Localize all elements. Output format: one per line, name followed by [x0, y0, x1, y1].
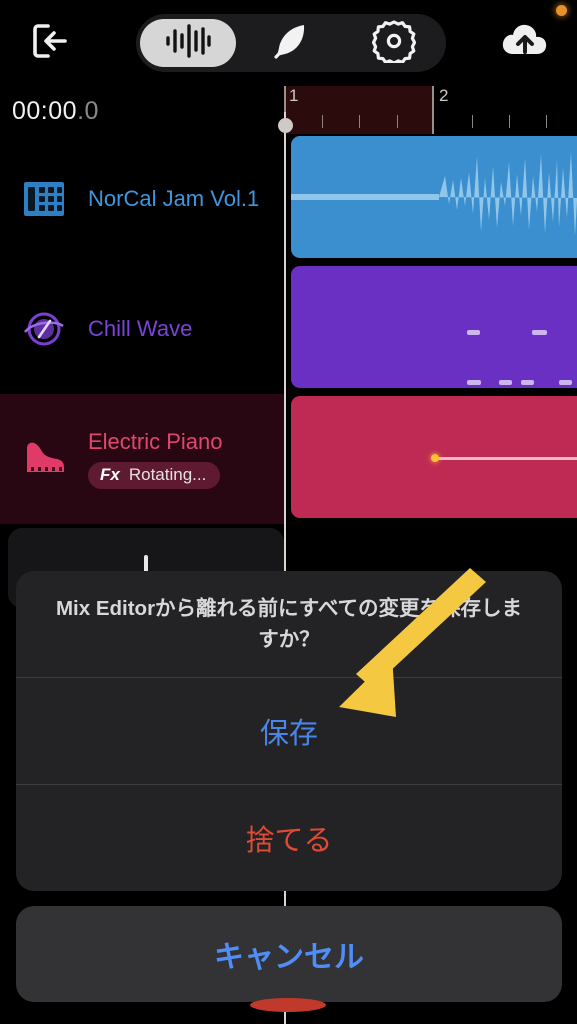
upload-button[interactable]: [497, 18, 553, 68]
tab-settings[interactable]: [346, 19, 442, 67]
clip-automation[interactable]: [291, 396, 577, 518]
track-name[interactable]: NorCal Jam Vol.1: [88, 186, 259, 213]
track-meta: Chill Wave: [88, 316, 192, 343]
record-button-peek[interactable]: [250, 998, 326, 1012]
midi-note: [467, 380, 481, 385]
piano-icon: [0, 394, 88, 524]
synth-icon: [0, 264, 88, 394]
dialog-title: Mix Editorから離れる前にすべての変更を保存しますか？: [55, 596, 523, 651]
bar-number-1: 1: [289, 86, 299, 105]
cancel-button[interactable]: キャンセル: [16, 906, 562, 1002]
track-name[interactable]: Electric Piano: [88, 429, 223, 456]
gear-icon: [372, 19, 417, 68]
waveform-icon: [162, 21, 214, 66]
top-toolbar: [0, 0, 577, 85]
track-row[interactable]: NorCal Jam Vol.1: [0, 134, 284, 264]
feather-icon: [269, 20, 313, 67]
midi-note: [467, 330, 480, 335]
cloud-upload-icon: [500, 21, 550, 66]
dialog-title-wrap: Mix Editorから離れる前にすべての変更を保存しますか？: [16, 571, 562, 677]
timeline-ruler[interactable]: 1 2: [284, 86, 577, 134]
discard-button[interactable]: 捨てる: [16, 785, 562, 891]
exit-arrow-icon: [29, 21, 71, 66]
audio-waveform: [291, 152, 577, 236]
timecode-main: 00:00: [12, 97, 78, 125]
tab-mixer[interactable]: [139, 19, 236, 67]
midi-note: [532, 330, 547, 335]
midi-note: [559, 380, 572, 385]
clip-audio[interactable]: [291, 136, 577, 258]
drum-machine-icon: [0, 134, 88, 264]
fx-name: Rotating...: [128, 464, 207, 484]
save-button[interactable]: 保存: [16, 678, 562, 784]
timecode-fraction: .0: [77, 97, 99, 125]
automation-line: [438, 457, 577, 460]
midi-note: [521, 380, 534, 385]
mix-editor-screen: 00:00.0 1 2 NorCal Jam Vol.1 Chill Wave …: [0, 0, 577, 1024]
timeline-clips-area[interactable]: [284, 134, 577, 528]
playhead-handle[interactable]: [278, 118, 293, 133]
track-name[interactable]: Chill Wave: [88, 316, 192, 343]
exit-button[interactable]: [22, 18, 78, 68]
timecode-display[interactable]: 00:00.0: [12, 97, 99, 126]
track-meta: Electric Piano Fx Rotating...: [88, 429, 223, 489]
fx-label: Fx: [100, 464, 120, 484]
track-meta: NorCal Jam Vol.1: [88, 186, 259, 213]
tab-compose[interactable]: [243, 19, 339, 67]
fx-badge[interactable]: Fx Rotating...: [88, 461, 221, 489]
clip-midi[interactable]: [291, 266, 577, 388]
bar-number-2: 2: [439, 86, 449, 105]
save-changes-dialog: Mix Editorから離れる前にすべての変更を保存しますか？ 保存 捨てる: [16, 571, 562, 891]
view-mode-segmented-control[interactable]: [136, 14, 446, 72]
automation-point[interactable]: [431, 454, 439, 462]
track-header-list: NorCal Jam Vol.1 Chill Wave Electric Pia…: [0, 134, 284, 524]
track-row[interactable]: Chill Wave: [0, 264, 284, 394]
track-row[interactable]: Electric Piano Fx Rotating...: [0, 394, 284, 524]
midi-note: [499, 380, 512, 385]
